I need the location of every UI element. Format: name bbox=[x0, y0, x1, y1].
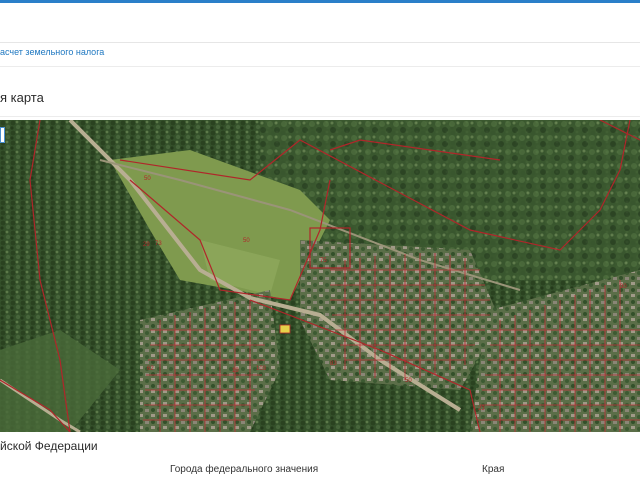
map-layer-toggle[interactable] bbox=[0, 127, 5, 143]
map-section-title: я карта bbox=[0, 90, 44, 105]
divider bbox=[0, 66, 640, 67]
plot-label: 19 bbox=[232, 368, 239, 374]
krai-heading: Края bbox=[482, 464, 505, 475]
plot-label: 83 bbox=[330, 361, 337, 367]
top-accent-bar bbox=[0, 0, 640, 3]
plot-label: 50 bbox=[405, 378, 412, 384]
plot-label: 50 bbox=[144, 176, 151, 182]
federal-cities-heading: Города федерального значения bbox=[170, 464, 319, 475]
cadastral-map[interactable]: 50 50 73 29 75 62 19 103 83 50 23 30 bbox=[0, 120, 640, 432]
header-divider bbox=[0, 42, 640, 43]
plot-label: 30 bbox=[620, 284, 627, 290]
plot-label: 73 bbox=[155, 241, 162, 247]
divider bbox=[0, 116, 640, 117]
plot-label: 50 bbox=[243, 238, 250, 244]
land-tax-link[interactable]: асчет земельного налога bbox=[0, 47, 104, 57]
federation-title: йской Федерации bbox=[0, 439, 98, 453]
plot-label: 75 bbox=[320, 258, 327, 264]
plot-labels-layer: 50 50 73 29 75 62 19 103 83 50 23 30 bbox=[143, 176, 627, 412]
plot-label: 103 bbox=[256, 366, 267, 372]
plot-label: 23 bbox=[478, 406, 485, 412]
plot-label: 29 bbox=[143, 242, 150, 248]
plot-label: 62 bbox=[147, 366, 154, 372]
